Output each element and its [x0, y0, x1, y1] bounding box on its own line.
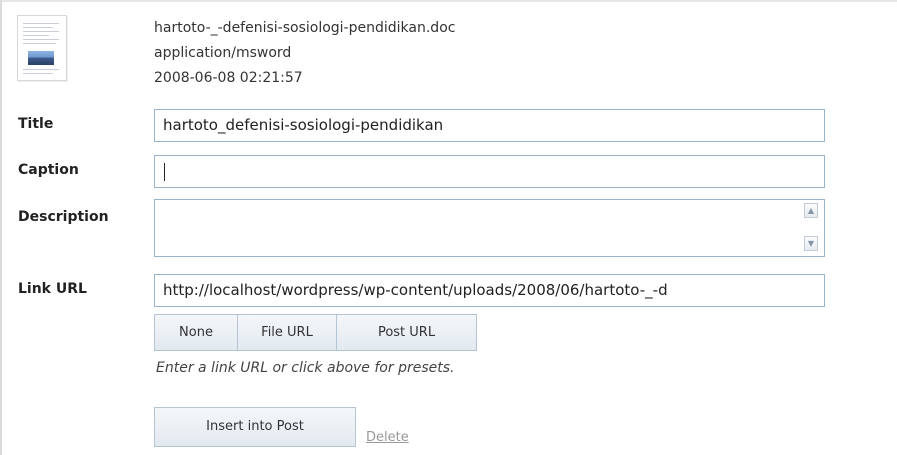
left-border — [0, 0, 2, 455]
file-mime: application/msword — [154, 45, 292, 61]
caption-input[interactable] — [154, 155, 825, 188]
link-url-hint: Enter a link URL or click above for pres… — [156, 360, 455, 376]
description-label: Description — [18, 209, 109, 225]
file-name: hartoto-_-defenisi-sosiologi-pendidikan.… — [154, 20, 456, 36]
title-input-value: hartoto_defenisi-sosiologi-pendidikan — [163, 116, 444, 134]
insert-into-post-button[interactable]: Insert into Post — [154, 407, 356, 447]
scroll-down-arrow-icon[interactable]: ▼ — [804, 236, 818, 251]
description-scrollbar[interactable]: ▲ ▼ — [804, 203, 820, 253]
none-button[interactable]: None — [154, 314, 238, 351]
delete-link[interactable]: Delete — [366, 430, 409, 445]
caption-label: Caption — [18, 162, 79, 178]
top-border — [0, 0, 897, 2]
file-date: 2008-06-08 02:21:57 — [154, 70, 303, 86]
post-url-button[interactable]: Post URL — [336, 314, 477, 351]
scroll-up-arrow-icon[interactable]: ▲ — [804, 203, 818, 218]
link-url-input[interactable]: http://localhost/wordpress/wp-content/up… — [154, 274, 825, 307]
file-url-button[interactable]: File URL — [237, 314, 337, 351]
link-url-label: Link URL — [18, 281, 87, 297]
document-thumbnail-icon — [17, 15, 67, 81]
description-textarea[interactable]: ▲ ▼ — [154, 199, 825, 257]
text-caret — [164, 162, 165, 181]
title-input[interactable]: hartoto_defenisi-sosiologi-pendidikan — [154, 109, 825, 142]
title-label: Title — [18, 116, 54, 132]
link-url-input-value: http://localhost/wordpress/wp-content/up… — [163, 281, 668, 299]
